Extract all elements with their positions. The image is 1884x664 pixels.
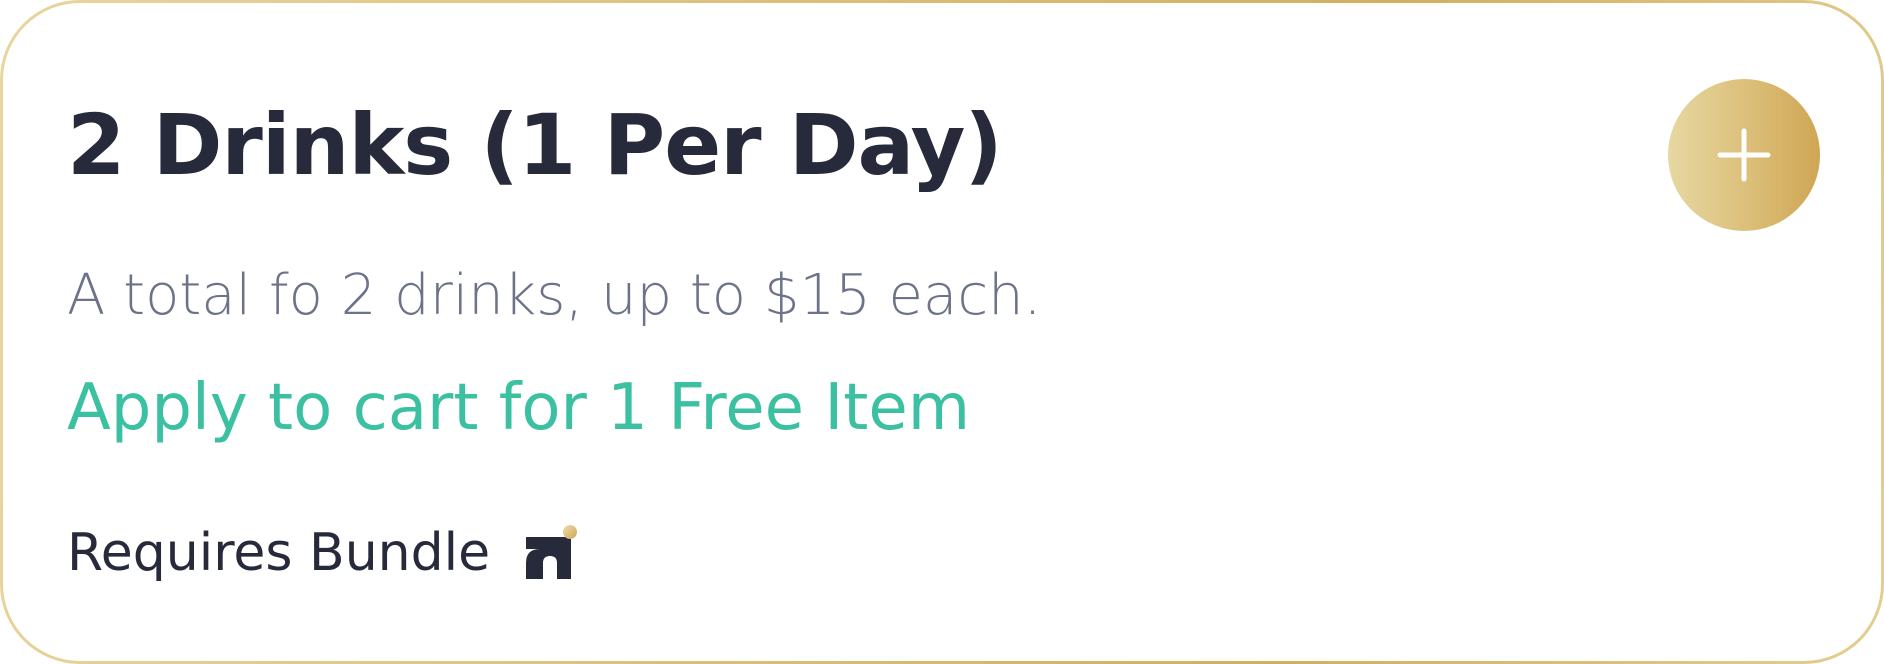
offer-card-border: 2 Drinks (1 Per Day) A total fo 2 drinks… [0,0,1884,664]
offer-description: A total fo 2 drinks, up to $15 each. [67,263,1042,328]
requires-bundle-label: Requires Bundle [67,523,491,583]
requires-bundle-row: Requires Bundle [67,518,580,588]
apply-to-cart-link[interactable]: Apply to cart for 1 Free Item [67,368,970,448]
plus-icon [1717,128,1771,182]
add-button[interactable] [1668,79,1820,231]
offer-title: 2 Drinks (1 Per Day) [67,96,1003,194]
bundle-logo-icon [526,525,578,579]
offer-card: 2 Drinks (1 Per Day) A total fo 2 drinks… [3,3,1881,661]
